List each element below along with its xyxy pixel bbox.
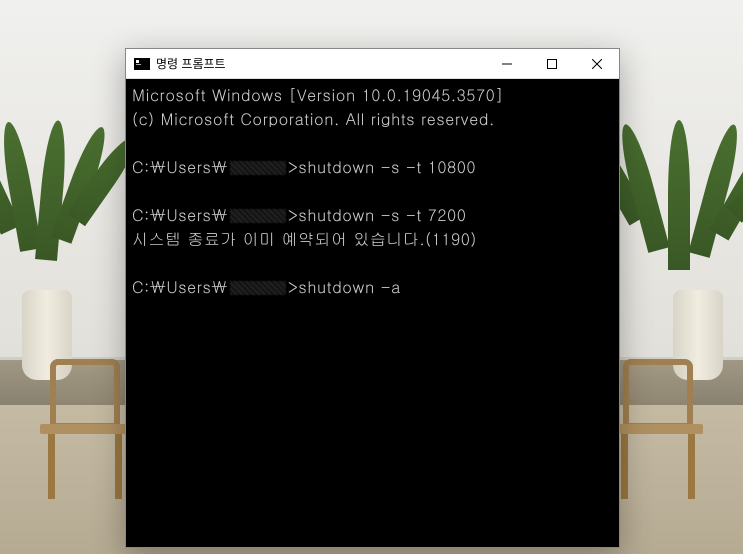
chair-left bbox=[40, 359, 130, 499]
close-icon bbox=[592, 59, 602, 69]
terminal-line: C:￦Users￦>shutdown -a bbox=[132, 275, 613, 299]
maximize-button[interactable] bbox=[529, 49, 574, 78]
terminal-line: Microsoft Windows [Version 10.0.19045.35… bbox=[132, 83, 613, 107]
titlebar[interactable]: 명령 프롬프트 bbox=[126, 49, 619, 79]
minimize-icon bbox=[502, 59, 512, 69]
terminal-line: C:￦Users￦>shutdown -s -t 7200 bbox=[132, 203, 613, 227]
cmd-icon bbox=[134, 58, 150, 70]
command-prompt-window: 명령 프롬프트 Microsoft Windows [Version 10.0.… bbox=[125, 48, 620, 548]
terminal-output[interactable]: Microsoft Windows [Version 10.0.19045.35… bbox=[126, 79, 619, 547]
maximize-icon bbox=[547, 59, 557, 69]
minimize-button[interactable] bbox=[484, 49, 529, 78]
chair-right bbox=[613, 359, 703, 499]
redacted-username bbox=[230, 281, 286, 295]
terminal-line: C:￦Users￦>shutdown -s -t 10800 bbox=[132, 155, 613, 179]
plant-right bbox=[613, 90, 743, 380]
window-title: 명령 프롬프트 bbox=[156, 55, 484, 72]
terminal-line: (c) Microsoft Corporation. All rights re… bbox=[132, 107, 613, 131]
redacted-username bbox=[230, 209, 286, 223]
redacted-username bbox=[230, 161, 286, 175]
plant-left bbox=[0, 100, 120, 380]
terminal-line: 시스템 종료가 이미 예약되어 있습니다.(1190) bbox=[132, 227, 613, 251]
close-button[interactable] bbox=[574, 49, 619, 78]
window-controls bbox=[484, 49, 619, 78]
